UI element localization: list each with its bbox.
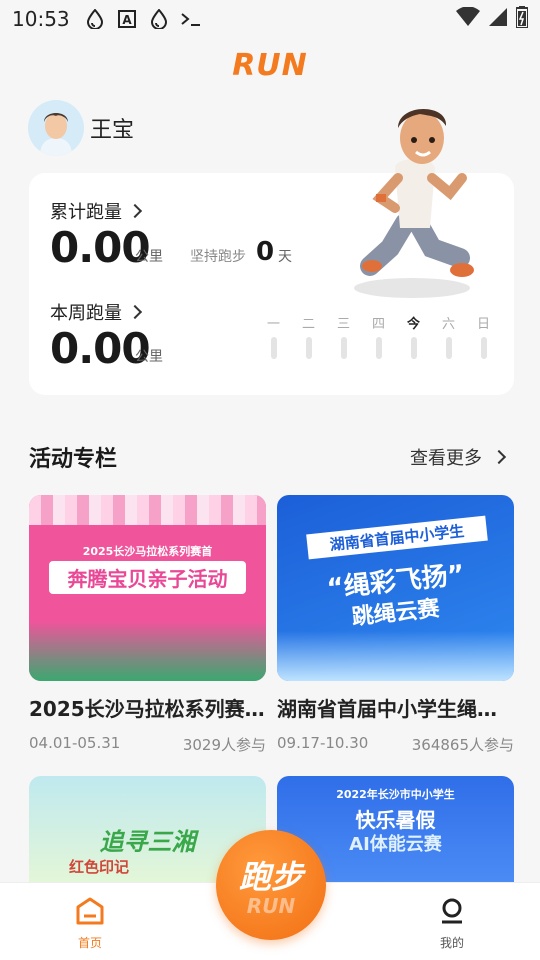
day-sat: 六 (431, 313, 466, 359)
see-more-link[interactable]: 查看更多 (410, 444, 507, 470)
nav-mine[interactable]: 我的 (422, 897, 482, 951)
day-today: 今 (396, 313, 431, 359)
signal-icon (488, 7, 508, 32)
day-sun: 日 (466, 313, 501, 359)
activity-image: 湖南省首届中小学生 “绳彩飞扬” 跳绳云赛 (277, 495, 514, 681)
run-button[interactable]: 跑步 RUN (216, 830, 326, 940)
nav-home[interactable]: 首页 (60, 897, 120, 951)
week-tracker: 一 二 三 四 今 六 日 (256, 313, 501, 359)
streak-value: 0 (256, 237, 275, 267)
day-wed: 三 (326, 313, 361, 359)
activity-dates: 04.01-05.31 (29, 734, 121, 752)
total-distance-label: 累计跑量 (50, 202, 122, 223)
activity-dates: 09.17-10.30 (277, 734, 369, 752)
profile-icon (438, 897, 466, 928)
weekly-distance-unit: 公里 (135, 349, 163, 365)
run-button-sublabel: RUN (246, 894, 296, 918)
battery-icon (515, 5, 529, 33)
nav-mine-label: 我的 (439, 936, 464, 950)
day-tue: 二 (291, 313, 326, 359)
see-more-label: 查看更多 (410, 448, 482, 469)
status-bar: 10:53 A (0, 0, 540, 38)
nav-home-label: 首页 (77, 936, 102, 950)
day-thu: 四 (361, 313, 396, 359)
water-drop-icon (148, 8, 170, 30)
chevron-right-icon (491, 449, 507, 465)
activity-title: 湖南省首届中小学生绳彩... (277, 697, 514, 721)
terminal-icon (180, 8, 202, 30)
runner-illustration (350, 98, 500, 303)
run-button-label: 跑步 (238, 858, 303, 896)
streak-unit: 天 (278, 249, 292, 265)
total-distance-link[interactable]: 累计跑量 (50, 198, 143, 224)
activity-participants: 364865人参与 (411, 736, 514, 754)
water-drop-icon (84, 8, 106, 30)
wifi-icon (456, 5, 480, 32)
activity-image: 2025长沙马拉松系列赛首 奔腾宝贝亲子活动 (29, 495, 266, 681)
section-title: 活动专栏 (29, 447, 118, 472)
status-time: 10:53 (12, 7, 70, 31)
app-logo: RUN (232, 48, 308, 83)
streak-label: 坚持跑步 (190, 249, 246, 265)
avatar[interactable] (28, 100, 84, 156)
activity-title: 2025长沙马拉松系列赛首... (29, 697, 266, 721)
weekly-distance-label: 本周跑量 (50, 303, 122, 324)
username: 王宝 (90, 118, 135, 143)
font-a-icon: A (116, 8, 138, 30)
total-distance-unit: 公里 (135, 249, 163, 265)
user-profile[interactable]: 王宝 (28, 100, 134, 156)
chevron-right-icon (127, 203, 143, 219)
svg-text:A: A (122, 13, 132, 27)
weekly-distance-link[interactable]: 本周跑量 (50, 299, 143, 325)
day-mon: 一 (256, 313, 291, 359)
activity-participants: 3029人参与 (182, 736, 266, 754)
home-icon (75, 897, 105, 928)
activity-card[interactable]: 湖南省首届中小学生 “绳彩飞扬” 跳绳云赛 湖南省首届中小学生绳彩... 09.… (277, 495, 514, 755)
activity-card[interactable]: 2025长沙马拉松系列赛首 奔腾宝贝亲子活动 2025长沙马拉松系列赛首... … (29, 495, 266, 755)
chevron-right-icon (127, 304, 143, 320)
